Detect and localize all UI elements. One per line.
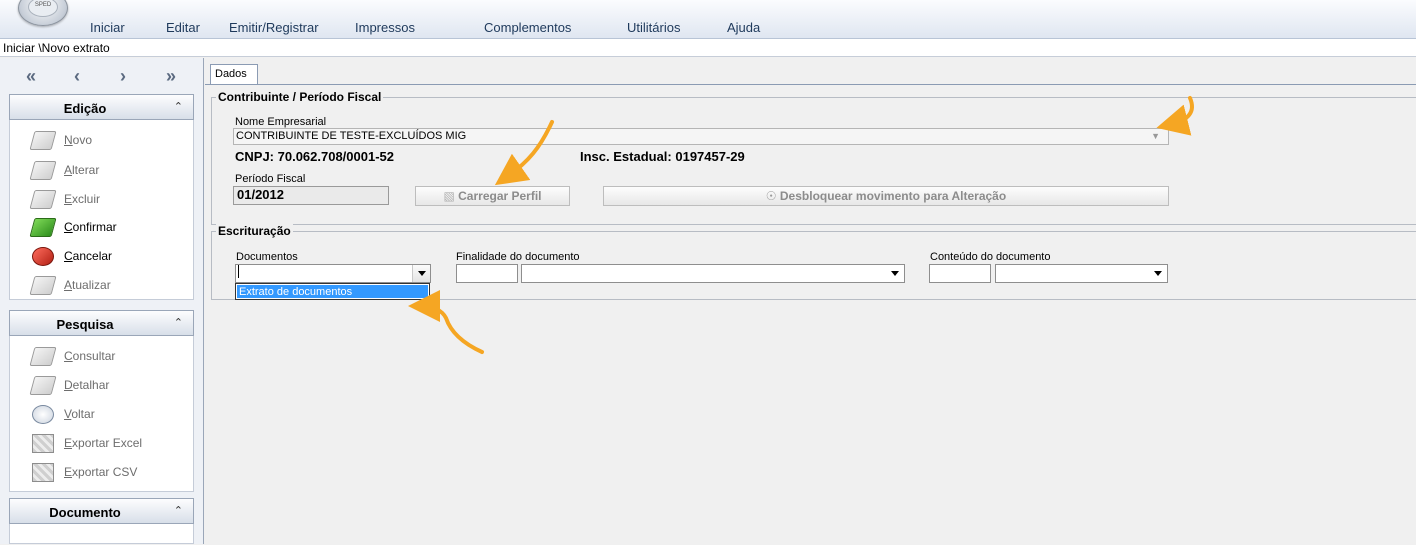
menu-emitir-registrar[interactable]: Emitir/Registrar <box>229 20 319 35</box>
menu-utilitarios[interactable]: Utilitários <box>627 20 680 35</box>
inscricao-estadual-text: Insc. Estadual: 0197457-29 <box>580 149 745 164</box>
edit-doc-icon <box>29 161 57 180</box>
menu-editar[interactable]: Editar <box>166 20 200 35</box>
desbloquear-label: Desbloquear movimento para Alteração <box>779 189 1007 203</box>
panel-documento-header[interactable]: Documento ⌃ <box>9 498 194 524</box>
menu-complementos[interactable]: Complementos <box>484 20 571 35</box>
chevron-down-icon[interactable] <box>1149 265 1167 282</box>
main-content: Contribuinte / Período Fiscal Nome Empre… <box>205 84 1416 545</box>
tab-dados[interactable]: Dados <box>210 64 258 84</box>
carregar-perfil-button[interactable]: ▧ Carregar Perfil <box>415 186 570 206</box>
sidebar-item-label: Atualizar <box>64 278 111 292</box>
desbloquear-button[interactable]: ☉ Desbloquear movimento para Alteração <box>603 186 1169 206</box>
sidebar-item-label: Excluir <box>64 192 101 206</box>
previous-record-icon[interactable]: ‹ <box>74 66 80 87</box>
nome-empresarial-value: CONTRIBUINTE DE TESTE-EXCLUÍDOS MIG <box>236 130 467 142</box>
group-escrituracao-title: Escrituração <box>216 224 293 238</box>
back-icon <box>32 405 54 424</box>
finalidade-label: Finalidade do documento <box>456 251 580 263</box>
panel-edicao-header[interactable]: Edição ⌃ <box>9 94 194 120</box>
panel-pesquisa-header[interactable]: Pesquisa ⌃ <box>9 310 194 336</box>
conteudo-code-input[interactable] <box>929 264 991 283</box>
lock-icon: ☉ <box>765 189 780 203</box>
finalidade-code-input[interactable] <box>456 264 518 283</box>
next-record-icon[interactable]: › <box>120 66 126 87</box>
text-caret <box>238 265 239 278</box>
periodo-fiscal-label: Período Fiscal <box>235 173 306 185</box>
conteudo-select[interactable] <box>995 264 1168 283</box>
collapse-chevron-icon[interactable]: ⌃ <box>174 316 183 329</box>
detail-doc-icon <box>29 376 57 395</box>
collapse-chevron-icon[interactable]: ⌃ <box>174 504 183 517</box>
sidebar-item-label: Confirmar <box>64 220 117 234</box>
menu-bar: SPED Iniciar Editar Emitir/Registrar Imp… <box>0 0 1416 39</box>
sidebar-item-label: Alterar <box>64 163 100 177</box>
cnpj-text: CNPJ: 70.062.708/0001-52 <box>235 149 395 164</box>
panel-pesquisa-title: Pesquisa <box>56 317 114 332</box>
chevron-down-icon[interactable] <box>412 265 430 282</box>
sidebar-item-label: Consultar <box>64 349 116 363</box>
documentos-dropdown-list: Extrato de documentos <box>235 283 430 300</box>
panel-documento-body <box>9 524 194 544</box>
last-record-icon[interactable]: » <box>166 66 176 87</box>
documentos-label: Documentos <box>236 251 298 263</box>
new-doc-icon <box>29 131 57 150</box>
sidebar-item-label: Exportar CSV <box>64 465 138 479</box>
sidebar-item-label: Exportar Excel <box>64 436 143 450</box>
panel-edicao-title: Edição <box>63 101 107 116</box>
menu-iniciar[interactable]: Iniciar <box>90 20 125 35</box>
chevron-down-icon[interactable] <box>886 265 904 282</box>
finalidade-select[interactable] <box>521 264 905 283</box>
panel-edicao-body: Novo Alterar Excluir Confirmar Cancelar … <box>9 120 194 300</box>
menu-impressos[interactable]: Impressos <box>355 20 415 35</box>
nome-empresarial-combo[interactable]: CONTRIBUINTE DE TESTE-EXCLUÍDOS MIG ▼ <box>233 128 1169 145</box>
sidebar-item-label: Novo <box>64 133 93 147</box>
periodo-fiscal-value: 01/2012 <box>237 187 284 202</box>
excel-export-icon <box>32 434 54 453</box>
search-doc-icon <box>29 347 57 366</box>
sidebar-nav: « ‹ › » <box>0 58 203 90</box>
refresh-icon <box>29 276 57 295</box>
csv-export-icon <box>32 463 54 482</box>
delete-doc-icon <box>29 190 57 209</box>
confirm-icon <box>29 218 57 237</box>
app-logo-icon: SPED <box>28 0 58 17</box>
group-contribuinte-title: Contribuinte / Período Fiscal <box>216 90 384 104</box>
collapse-chevron-icon[interactable]: ⌃ <box>174 100 183 113</box>
panel-documento-title: Documento <box>49 505 121 520</box>
app-orb-button[interactable]: SPED <box>18 0 68 26</box>
menu-ajuda[interactable]: Ajuda <box>727 20 760 35</box>
cancel-icon <box>32 247 54 266</box>
breadcrumb: Iniciar \Novo extrato <box>0 39 1416 57</box>
chevron-down-icon: ▼ <box>1151 131 1160 141</box>
sidebar: « ‹ › » Edição ⌃ Novo Alterar Excluir Co… <box>0 58 204 544</box>
dropdown-option-extrato[interactable]: Extrato de documentos <box>237 285 428 298</box>
sidebar-item-label: Detalhar <box>64 378 110 392</box>
carregar-perfil-label: Carregar Perfil <box>458 189 542 203</box>
panel-pesquisa-body: Consultar Detalhar Voltar Exportar Excel… <box>9 336 194 492</box>
profile-icon: ▧ <box>443 189 459 203</box>
conteudo-label: Conteúdo do documento <box>930 251 1051 263</box>
first-record-icon[interactable]: « <box>26 66 36 87</box>
nome-empresarial-label: Nome Empresarial <box>235 116 327 128</box>
periodo-fiscal-field: 01/2012 <box>233 186 389 205</box>
documentos-select[interactable] <box>235 264 431 283</box>
sidebar-item-label: Cancelar <box>64 249 113 263</box>
sidebar-item-label: Voltar <box>64 407 95 421</box>
